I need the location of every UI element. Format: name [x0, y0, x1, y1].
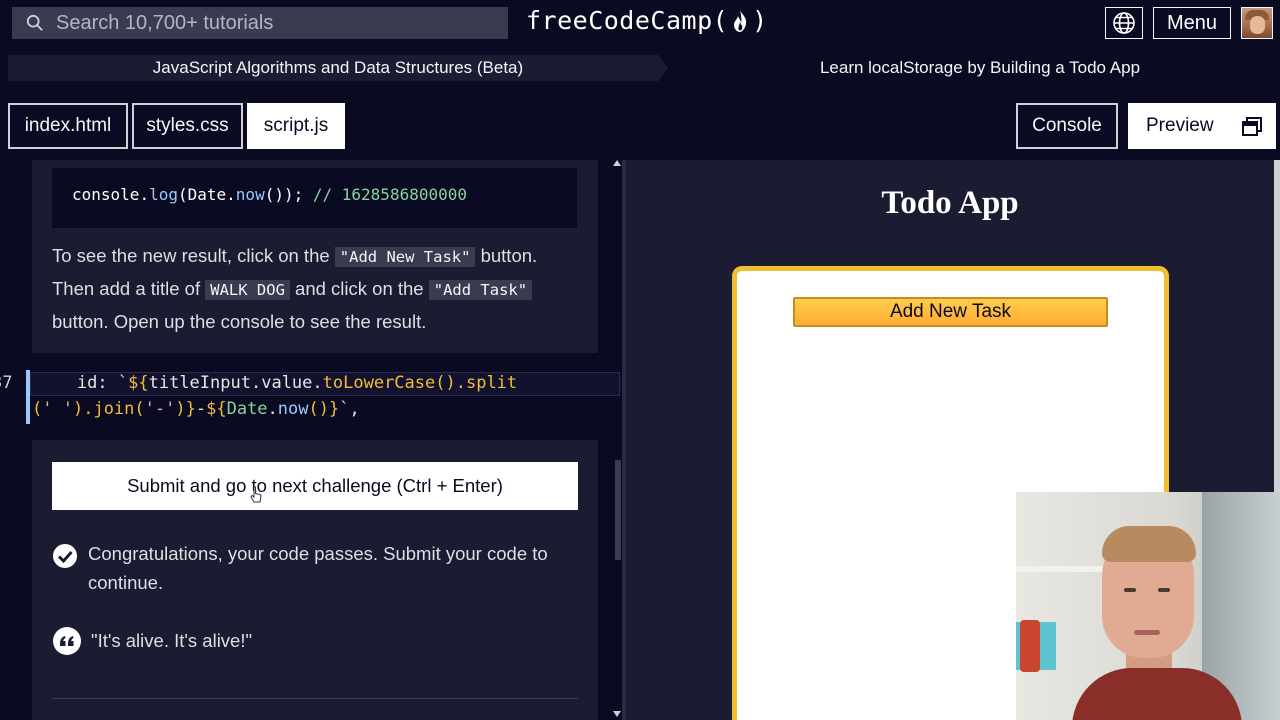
top-nav: freeCodeCamp( ) Menu	[0, 0, 1280, 46]
inline-code: WALK DOG	[205, 280, 290, 300]
code-token: now	[277, 399, 309, 419]
popout-window-icon	[1242, 117, 1262, 136]
quote-row: "It's alive. It's alive!"	[52, 626, 252, 656]
menu-button[interactable]: Menu	[1153, 7, 1231, 39]
preview-button[interactable]: Preview	[1128, 103, 1276, 149]
preview-label: Preview	[1146, 115, 1214, 136]
instructions-panel: console.log(Date.now()); // 162858680000…	[0, 160, 620, 720]
code-token: -	[195, 399, 207, 419]
code-token: .	[139, 185, 150, 204]
code-token: .	[267, 399, 278, 419]
code-token: ()}	[308, 399, 340, 419]
code-token: console	[72, 185, 140, 204]
code-line-1[interactable]: id: `${titleInput.value.toLowerCase().sp…	[36, 373, 517, 393]
code-token: .	[226, 185, 236, 204]
inline-code: "Add New Task"	[334, 247, 476, 267]
console-button[interactable]: Console	[1016, 103, 1118, 149]
globe-icon	[1113, 12, 1135, 34]
code-token: .	[250, 373, 262, 393]
language-button[interactable]	[1105, 7, 1143, 39]
example-code-block: console.log(Date.now()); // 162858680000…	[52, 168, 577, 228]
search-bar[interactable]	[12, 7, 508, 39]
code-token: (	[177, 185, 188, 204]
code-token: ' '	[42, 399, 73, 419]
add-new-task-button[interactable]: Add New Task	[793, 297, 1108, 327]
code-token: Date	[187, 185, 227, 204]
mouse-cursor-icon	[250, 486, 262, 503]
code-token: split	[465, 373, 518, 393]
instruction-text: and click on the	[289, 278, 429, 299]
code-token: ${	[128, 373, 149, 393]
instruction-paragraph: To see the new result, click on the "Add…	[52, 240, 582, 337]
code-token: `,	[339, 399, 360, 419]
webcam-red-object	[1020, 620, 1040, 672]
code-token: now	[235, 185, 265, 204]
todo-app-title: Todo App	[881, 185, 1019, 221]
divider	[52, 698, 578, 699]
tab-styles-css[interactable]: styles.css	[132, 103, 243, 149]
scroll-up-arrow-icon[interactable]	[613, 160, 621, 166]
webcam-eye	[1124, 588, 1136, 592]
logo-text-left: freeCodeCamp(	[526, 6, 729, 35]
line-number: 37	[0, 373, 13, 393]
webcam-overlay	[1016, 492, 1280, 720]
code-token: titleInput	[148, 373, 251, 393]
breadcrumb: JavaScript Algorithms and Data Structure…	[0, 46, 1280, 88]
quote-icon	[53, 627, 81, 655]
quote-text: "It's alive. It's alive!"	[91, 630, 253, 651]
code-token: .	[312, 373, 323, 393]
search-icon	[26, 14, 43, 31]
breadcrumb-block[interactable]: Learn localStorage by Building a Todo Ap…	[680, 55, 1280, 81]
challenge-description: console.log(Date.now()); // 162858680000…	[32, 160, 598, 353]
code-token: toLowerCase	[322, 373, 436, 393]
editor-tabbar: index.html styles.css script.js Console …	[0, 88, 1280, 160]
pass-message-row: Congratulations, your code passes. Submi…	[52, 539, 572, 597]
code-token: (	[134, 399, 145, 419]
search-input[interactable]	[56, 11, 486, 35]
webcam-eye	[1158, 588, 1170, 592]
code-comment: // 1628586800000	[312, 185, 467, 204]
pass-message: Congratulations, your code passes. Submi…	[88, 543, 548, 593]
avatar[interactable]	[1241, 7, 1273, 39]
tab-script-js[interactable]: script.js	[247, 103, 345, 149]
code-token: Date	[226, 399, 268, 419]
scroll-down-arrow-icon[interactable]	[613, 711, 621, 717]
freecodecamp-logo[interactable]: freeCodeCamp( )	[526, 6, 768, 35]
code-token: ).	[72, 399, 94, 419]
webcam-mouth	[1134, 630, 1160, 635]
submit-button[interactable]: Submit and go to next challenge (Ctrl + …	[52, 462, 578, 510]
code-token: id: `	[36, 373, 129, 393]
action-panel: Submit and go to next challenge (Ctrl + …	[32, 440, 598, 720]
logo-text-right: )	[752, 6, 768, 35]
code-token: ());	[264, 185, 304, 204]
code-token: ${	[206, 399, 227, 419]
code-token: log	[149, 185, 178, 204]
instruction-text: button. Open up the console to see the r…	[52, 311, 427, 332]
code-editor-line[interactable]: id: `${titleInput.value.toLowerCase().sp…	[26, 370, 620, 424]
code-token: '-'	[144, 399, 176, 419]
code-token: join	[93, 399, 135, 419]
webcam-hair	[1102, 526, 1196, 562]
code-token: ().	[435, 373, 466, 393]
tab-index-html[interactable]: index.html	[8, 103, 128, 149]
check-circle-icon	[53, 544, 77, 568]
breadcrumb-superblock[interactable]: JavaScript Algorithms and Data Structure…	[8, 55, 668, 81]
flame-icon	[734, 9, 747, 32]
code-token: (	[32, 399, 43, 419]
avatar-face	[1250, 16, 1265, 34]
webcam-shelf	[1016, 566, 1108, 572]
scrollbar-thumb[interactable]	[615, 460, 621, 560]
instruction-text: To see the new result, click on the	[52, 245, 335, 266]
code-token: value	[261, 373, 313, 393]
inline-code: "Add Task"	[428, 280, 533, 300]
code-line-2[interactable]: (' ').join('-')}-${Date.now()}`,	[32, 399, 360, 419]
code-token: )}	[175, 399, 196, 419]
